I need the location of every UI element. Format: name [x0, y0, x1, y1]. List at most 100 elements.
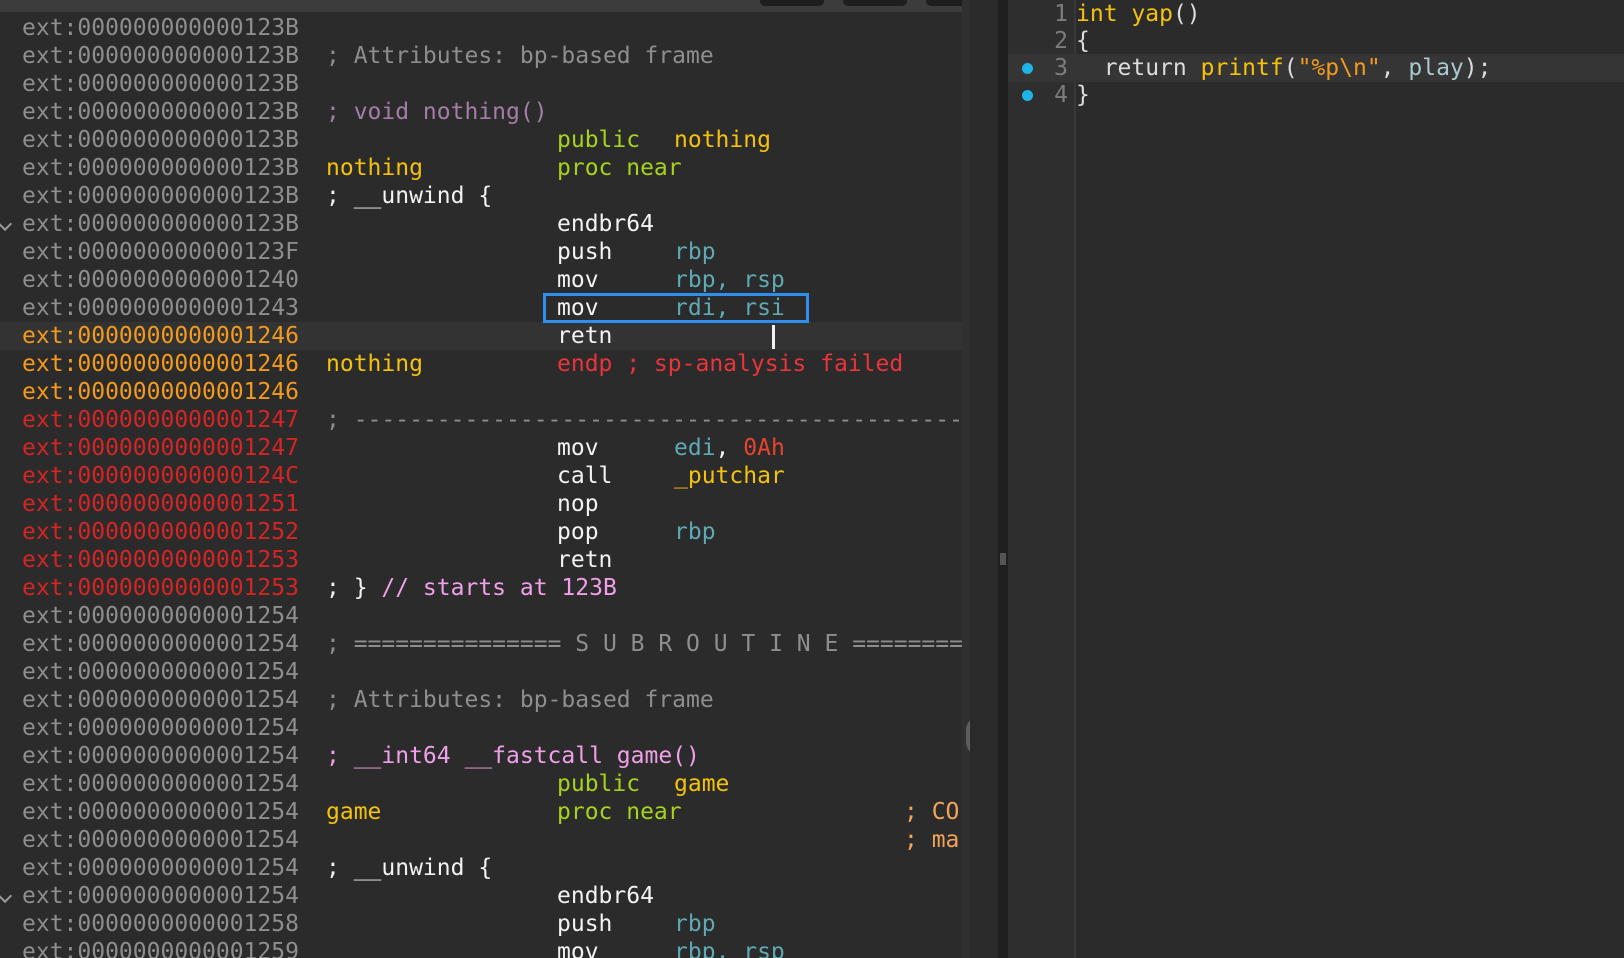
- disassembly-line[interactable]: ext:000000000000124C call _putchar: [0, 462, 962, 490]
- disassembly-listing[interactable]: ext:000000000000123B ext:000000000000123B…: [0, 14, 970, 958]
- instruction-mnemonic: push: [557, 911, 613, 937]
- line-address: ext:000000000000123B: [22, 15, 299, 41]
- disassembly-line[interactable]: ext:0000000000001254 public game: [0, 770, 962, 798]
- line-label: ; __int64 __fastcall game(): [326, 743, 700, 769]
- pseudocode-line[interactable]: 2{: [1008, 27, 1624, 55]
- instruction-operands: rbp: [674, 519, 716, 545]
- fold-chevron-icon[interactable]: [0, 888, 13, 904]
- disassembly-line[interactable]: ext:000000000000123B ; __unwind {: [0, 182, 962, 210]
- pseudocode-line[interactable]: 1 int yap(): [1008, 0, 1624, 28]
- disassembly-line[interactable]: ext:0000000000001254 ; __unwind {: [0, 854, 962, 882]
- line-address: ext:000000000000123B: [22, 211, 299, 237]
- gutter-border: [1074, 0, 1076, 958]
- disassembly-line[interactable]: ext:0000000000001240 mov rbp, rsp: [0, 266, 962, 294]
- operand-part: ,: [715, 435, 744, 461]
- disassembly-line[interactable]: ext:000000000000123B nothing proc near: [0, 154, 962, 182]
- line-label: ; --------------------------------------…: [326, 407, 970, 433]
- disassembly-line[interactable]: ext:0000000000001246: [0, 378, 962, 406]
- toolbar-tab[interactable]: [843, 0, 907, 6]
- line-label: ; __unwind {: [326, 183, 493, 209]
- code-token: {: [1076, 28, 1090, 54]
- disassembly-line[interactable]: ext:0000000000001254: [0, 658, 962, 686]
- disassembly-line[interactable]: ext:0000000000001252 pop rbp: [0, 518, 962, 546]
- breakpoint-dot-icon[interactable]: [1022, 63, 1033, 74]
- code-token: }: [1076, 82, 1090, 108]
- instruction-operands: edi, 0Ah: [674, 434, 785, 462]
- line-label: ; } // starts at 123B: [326, 574, 617, 602]
- fold-chevron-icon[interactable]: [0, 216, 13, 232]
- line-label: ; __unwind {: [326, 855, 493, 881]
- disassembly-line[interactable]: ext:000000000000123B public nothing: [0, 126, 962, 154]
- disassembly-line[interactable]: ext:0000000000001254: [0, 602, 962, 630]
- disassembly-view[interactable]: ext:000000000000123B ext:000000000000123B…: [0, 0, 970, 958]
- pseudocode-line[interactable]: 4}: [1008, 81, 1624, 109]
- label-part: // starts at 123B: [381, 575, 617, 601]
- text-cursor: [772, 325, 775, 349]
- instruction-mnemonic: endbr64: [557, 211, 654, 237]
- source-code: return printf("%p\n", play);: [1076, 54, 1492, 82]
- disassembly-scrollbar[interactable]: [962, 0, 970, 958]
- disassembly-line[interactable]: ext:000000000000123B endbr64: [0, 210, 962, 238]
- code-token: play: [1408, 55, 1464, 81]
- disassembly-line[interactable]: ext:0000000000001259 mov rbp, rsp: [0, 938, 962, 958]
- operand-part: edi: [674, 435, 716, 461]
- line-address: ext:0000000000001243: [22, 295, 299, 321]
- disassembly-line[interactable]: ext:000000000000123F push rbp: [0, 238, 962, 266]
- line-number: 2: [1054, 28, 1068, 54]
- line-address: ext:0000000000001254: [22, 883, 299, 909]
- disassembly-line[interactable]: ext:000000000000123B: [0, 70, 962, 98]
- source-code: {: [1076, 27, 1090, 55]
- pseudocode-view[interactable]: 1 int yap() 2{3 return printf("%p\n", play…: [1008, 0, 1624, 958]
- line-address: ext:0000000000001254: [22, 659, 299, 685]
- line-address: ext:0000000000001254: [22, 743, 299, 769]
- line-address: ext:000000000000123F: [22, 239, 299, 265]
- code-token: (: [1283, 55, 1298, 81]
- disassembly-line[interactable]: ext:0000000000001243 mov rdi, rsi: [0, 294, 962, 322]
- code-token: int: [1076, 1, 1132, 27]
- line-comment: ; ma: [904, 827, 960, 853]
- toolbar-tab[interactable]: [760, 0, 824, 6]
- line-address: ext:0000000000001246: [22, 351, 299, 377]
- instruction-mnemonic: retn: [557, 547, 613, 573]
- line-address: ext:0000000000001247: [22, 407, 299, 433]
- line-label: ; Attributes: bp-based frame: [326, 687, 714, 713]
- disassembly-line[interactable]: ext:0000000000001246 retn: [0, 322, 962, 350]
- pseudocode-line[interactable]: 3 return printf("%p\n", play);: [1008, 54, 1624, 82]
- line-address: ext:000000000000123B: [22, 43, 299, 69]
- disassembly-line[interactable]: ext:0000000000001254 game proc near ; CO: [0, 798, 962, 826]
- disassembly-line[interactable]: ext:0000000000001247 mov edi, 0Ah: [0, 434, 962, 462]
- disassembly-line[interactable]: ext:0000000000001251 nop: [0, 490, 962, 518]
- disassembly-line[interactable]: ext:0000000000001254 endbr64: [0, 882, 962, 910]
- disassembly-line[interactable]: ext:0000000000001253 ; } // starts at 123…: [0, 574, 962, 602]
- line-number-gutter: [1008, 0, 1074, 958]
- disassembly-line[interactable]: ext:000000000000123B ; Attributes: bp-bas…: [0, 42, 962, 70]
- instruction-mnemonic: public: [557, 771, 641, 797]
- disassembly-line[interactable]: ext:0000000000001254: [0, 714, 962, 742]
- disassembly-line[interactable]: ext:0000000000001253 retn: [0, 546, 962, 574]
- disassembly-line[interactable]: ext:0000000000001254 ; Attributes: bp-bas…: [0, 686, 962, 714]
- instruction-operands: nothing: [674, 127, 771, 153]
- code-token: printf: [1200, 55, 1284, 81]
- disassembly-line[interactable]: ext:000000000000123B: [0, 14, 962, 42]
- line-address: ext:000000000000124C: [22, 463, 299, 489]
- instruction-operands: _putchar: [674, 463, 785, 489]
- splitter-grip[interactable]: [1000, 553, 1006, 565]
- disassembly-line[interactable]: ext:000000000000123B ; void nothing(): [0, 98, 962, 126]
- instruction-operands: rbp, rsp: [674, 267, 785, 293]
- disassembly-line[interactable]: ext:0000000000001246 nothing endp ; sp-ana…: [0, 350, 962, 378]
- instruction-mnemonic: pop: [557, 519, 599, 545]
- instruction-operands: rbp: [674, 911, 716, 937]
- line-address: ext:0000000000001247: [22, 435, 299, 461]
- disassembly-line[interactable]: ext:0000000000001254 ; =============== S …: [0, 630, 970, 658]
- line-label: nothing: [326, 351, 423, 377]
- line-address: ext:0000000000001253: [22, 575, 299, 601]
- code-token: return: [1076, 55, 1201, 81]
- line-address: ext:0000000000001254: [22, 827, 299, 853]
- disassembly-line[interactable]: ext:0000000000001258 push rbp: [0, 910, 962, 938]
- line-address: ext:0000000000001254: [22, 603, 299, 629]
- disassembly-line[interactable]: ext:0000000000001254 ; ma: [0, 826, 962, 854]
- disassembly-line[interactable]: ext:0000000000001254 ; __int64 __fastcall…: [0, 742, 962, 770]
- disassembly-line[interactable]: ext:0000000000001247 ; ------------------…: [0, 406, 970, 434]
- pane-splitter[interactable]: [998, 0, 1008, 958]
- breakpoint-dot-icon[interactable]: [1022, 90, 1033, 101]
